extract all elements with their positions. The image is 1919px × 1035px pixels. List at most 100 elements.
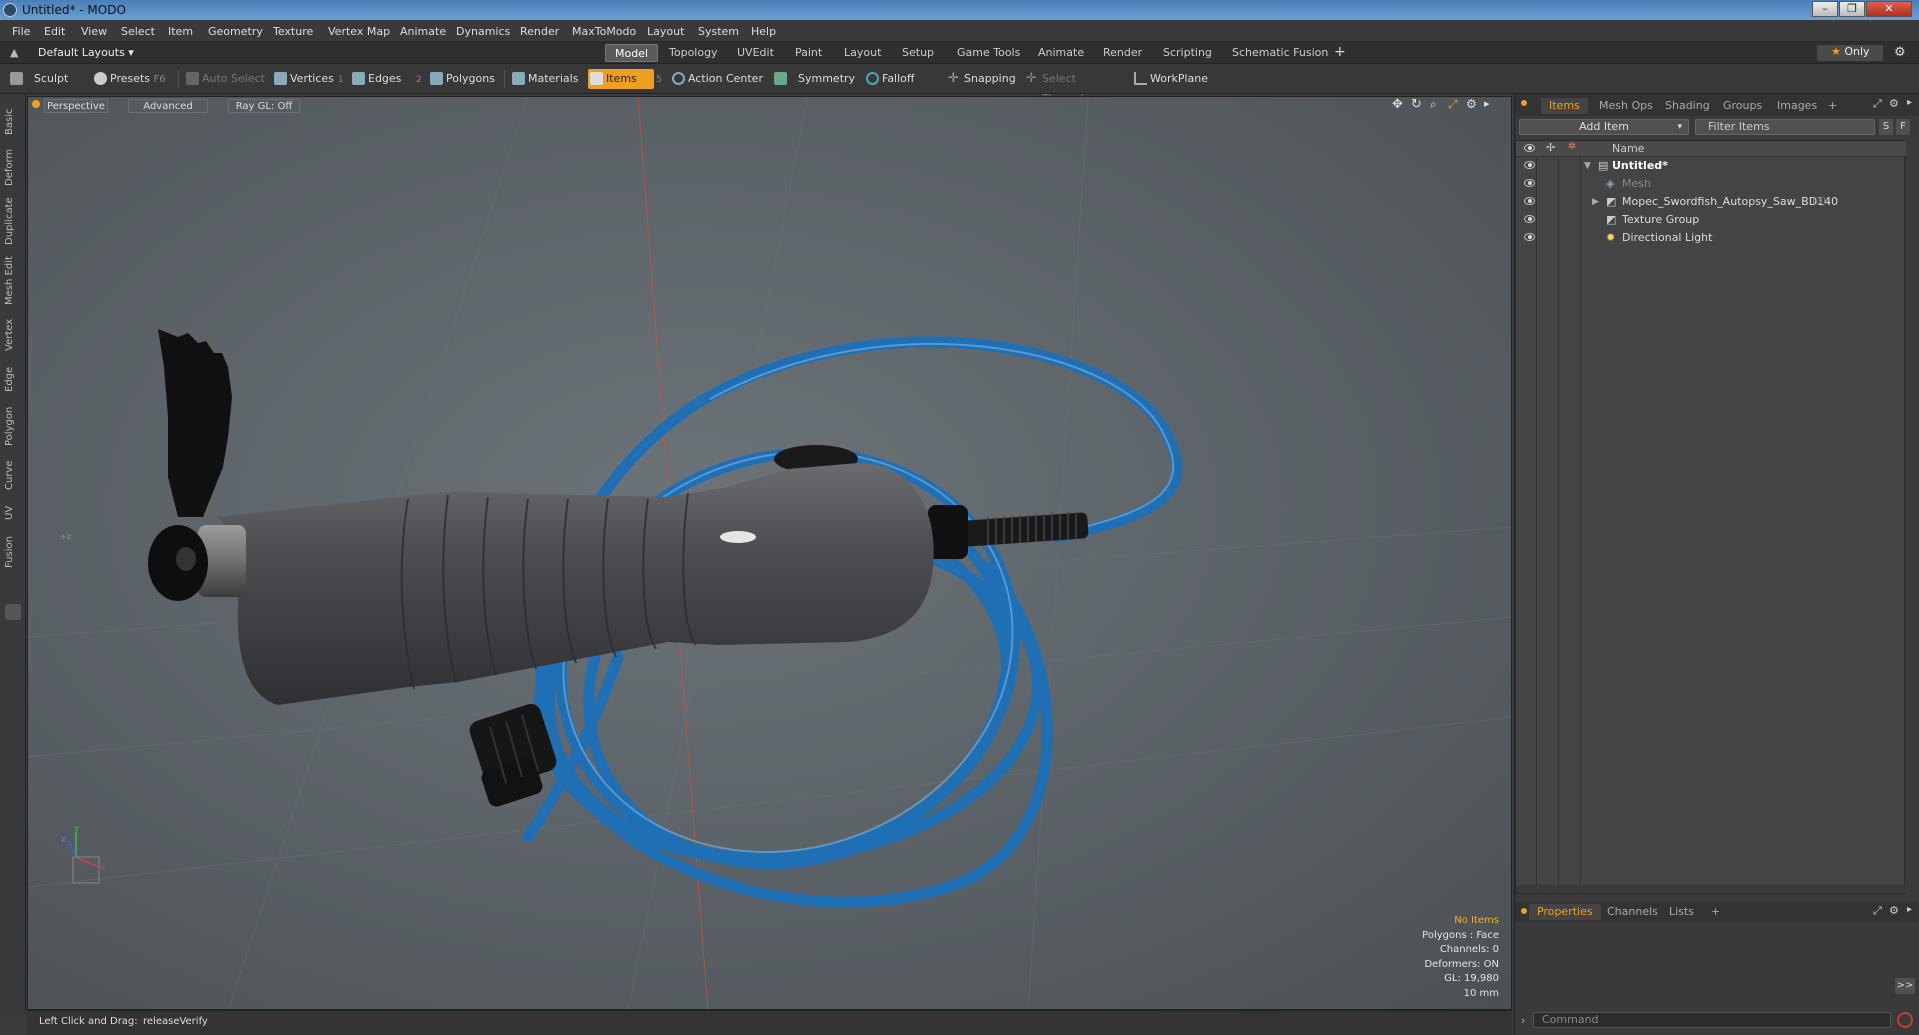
vtab-edge[interactable]: Edge	[4, 362, 22, 396]
menu-vertex-map[interactable]: Vertex Map	[328, 25, 390, 38]
3d-viewport[interactable]: Perspective Advanced Ray GL: Off ✥ ↻ ⌕ ⤢…	[27, 96, 1512, 1010]
vtab-fusion[interactable]: Fusion	[4, 532, 22, 572]
vertices-button[interactable]: Vertices	[272, 69, 342, 89]
menu-geometry[interactable]: Geometry	[208, 25, 263, 38]
tab-render[interactable]: Render	[1094, 44, 1151, 62]
add-tab-button[interactable]: +	[1334, 44, 1346, 60]
menu-dynamics[interactable]: Dynamics	[456, 25, 510, 38]
tab-uvedit[interactable]: UVEdit	[728, 44, 783, 62]
panel-menu-icon[interactable]: ▸	[1907, 97, 1912, 108]
only-button[interactable]: ★ Only	[1817, 45, 1883, 61]
tab-schematic-fusion[interactable]: Schematic Fusion	[1223, 44, 1337, 62]
record-icon[interactable]	[1897, 1012, 1913, 1028]
vtab-duplicate[interactable]: Duplicate	[4, 194, 22, 248]
tab-game-tools[interactable]: Game Tools	[948, 44, 1029, 62]
visibility-icon[interactable]	[1524, 215, 1535, 223]
minimize-button[interactable]: –	[1812, 1, 1838, 17]
visibility-icon[interactable]	[1524, 233, 1535, 241]
vtab-uv[interactable]: UV	[4, 500, 22, 526]
f-button[interactable]: F	[1896, 119, 1910, 135]
gear-icon[interactable]: ⚙	[1894, 45, 1906, 60]
command-prompt-icon: ›	[1521, 1014, 1526, 1027]
tab-mesh-ops[interactable]: Mesh Ops	[1591, 98, 1661, 114]
panel-toggle-button[interactable]	[5, 604, 21, 620]
expand-button[interactable]: >>	[1895, 978, 1915, 994]
tab-channels[interactable]: Channels	[1599, 904, 1666, 920]
command-input[interactable]: Command	[1533, 1012, 1891, 1028]
presets-button[interactable]: Presets F6	[92, 69, 172, 89]
vtab-vertex[interactable]: Vertex	[4, 314, 22, 356]
vtab-basic[interactable]: Basic	[4, 104, 22, 140]
panel-gear-icon[interactable]: ⚙	[1889, 904, 1899, 917]
restore-button[interactable]: ❐	[1839, 1, 1865, 17]
vertical-scrollbar[interactable]	[1907, 140, 1917, 894]
action-center-button[interactable]: Action Center	[670, 69, 766, 89]
tab-lists[interactable]: Lists	[1661, 904, 1702, 920]
falloff-button[interactable]: Falloff	[864, 69, 930, 89]
menu-maxtomodo[interactable]: MaxToModo	[572, 25, 636, 38]
add-panel-tab[interactable]: +	[1820, 98, 1845, 114]
filter-items-input[interactable]: Filter Items	[1695, 119, 1875, 135]
status-bar: Left Click and Drag: releaseVerify	[27, 1010, 1512, 1035]
panel-gear-icon[interactable]: ⚙	[1889, 97, 1899, 110]
symmetry-button[interactable]: Symmetry	[772, 69, 855, 89]
add-item-button[interactable]: Add Item ▾	[1519, 119, 1689, 135]
vtab-polygon[interactable]: Polygon	[4, 402, 22, 450]
menu-texture[interactable]: Texture	[273, 25, 313, 38]
workplane-button[interactable]: WorkPlane	[1132, 69, 1212, 89]
expand-triangle-icon[interactable]: ▶	[1592, 193, 1599, 211]
menu-animate[interactable]: Animate	[400, 25, 446, 38]
visibility-icon[interactable]	[1524, 197, 1535, 205]
tree-item-mesh[interactable]: ◈ Mesh	[1516, 175, 1906, 193]
tab-groups[interactable]: Groups	[1715, 98, 1770, 114]
menu-render[interactable]: Render	[520, 25, 559, 38]
vtab-deform[interactable]: Deform	[4, 146, 22, 188]
panel-menu-icon[interactable]: ▸	[1907, 904, 1912, 915]
visibility-icon[interactable]	[1524, 161, 1535, 169]
snapping-button[interactable]: ✛ Snapping	[946, 69, 1016, 89]
tree-item-untitled[interactable]: ▼ ▤ Untitled*	[1516, 157, 1906, 175]
sculpt-button[interactable]: Sculpt	[8, 69, 88, 89]
tab-scripting[interactable]: Scripting	[1154, 44, 1221, 62]
add-properties-tab[interactable]: +	[1703, 904, 1728, 920]
vtab-mesh-edit[interactable]: Mesh Edit	[4, 254, 22, 308]
menu-layout[interactable]: Layout	[647, 25, 684, 38]
tab-paint[interactable]: Paint	[786, 44, 831, 62]
menu-help[interactable]: Help	[751, 25, 776, 38]
tab-images[interactable]: Images	[1769, 98, 1825, 114]
select-through-button[interactable]: ✛Select Through	[1024, 69, 1120, 105]
expand-panel-icon[interactable]: ⤢	[1873, 97, 1882, 111]
tab-model[interactable]: Model	[605, 44, 659, 62]
materials-button[interactable]: Materials	[510, 69, 580, 89]
menu-edit[interactable]: Edit	[44, 25, 65, 38]
menu-view[interactable]: View	[81, 25, 107, 38]
tab-items[interactable]: Items	[1541, 98, 1588, 114]
tab-setup[interactable]: Setup	[893, 44, 943, 62]
menu-file[interactable]: File	[12, 25, 30, 38]
auto-select-button[interactable]: Auto Select	[184, 69, 266, 89]
collapse-icon[interactable]: ▲	[10, 46, 18, 59]
menu-system[interactable]: System	[698, 25, 739, 38]
item-list-scrollbar[interactable]	[1516, 885, 1906, 893]
tab-topology[interactable]: Topology	[660, 44, 727, 62]
visibility-icon[interactable]	[1524, 179, 1535, 187]
menu-item[interactable]: Item	[168, 25, 193, 38]
edges-button[interactable]: Edges	[350, 69, 414, 89]
expand-panel-icon[interactable]: ⤢	[1873, 904, 1882, 918]
tab-properties[interactable]: Properties	[1529, 904, 1601, 920]
tree-item-texture-group[interactable]: ◩ Texture Group	[1516, 211, 1906, 229]
render-header-icon: ✲	[1568, 141, 1577, 152]
layouts-dropdown[interactable]: Default Layouts ▾	[38, 46, 134, 59]
tab-layout[interactable]: Layout	[835, 44, 890, 62]
tree-item-directional-light[interactable]: ✹ Directional Light	[1516, 229, 1906, 247]
vtab-curve[interactable]: Curve	[4, 456, 22, 494]
s-button[interactable]: S	[1879, 119, 1893, 135]
expand-triangle-icon[interactable]: ▼	[1584, 157, 1591, 175]
close-button[interactable]: ✕	[1866, 1, 1912, 17]
tab-animate[interactable]: Animate	[1029, 44, 1093, 62]
items-button[interactable]: Items	[588, 69, 654, 89]
polygons-button[interactable]: Polygons	[428, 69, 498, 89]
tree-item-mopec[interactable]: ▶ ◩ Mopec_Swordfish_Autopsy_Saw_BD140 (3…	[1516, 193, 1906, 211]
menu-select[interactable]: Select	[121, 25, 155, 38]
tab-shading[interactable]: Shading	[1657, 98, 1718, 114]
